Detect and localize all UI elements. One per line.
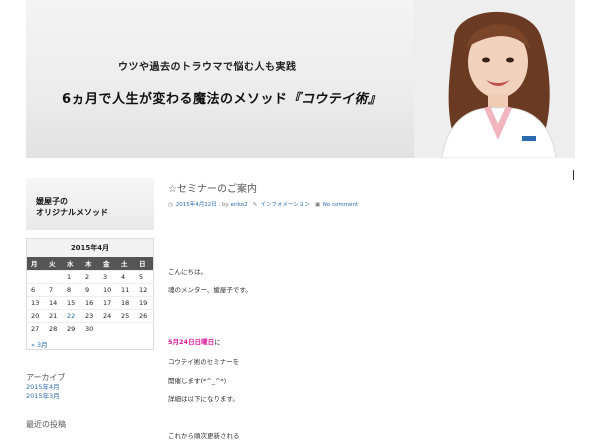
header-banner[interactable]: ウツや過去のトラウマで悩む人も実践 6ヵ月で人生が変わる魔法のメソッド『コウテイ… — [26, 0, 575, 158]
calendar-day: 22 — [63, 308, 81, 322]
calendar-day: 8 — [63, 282, 81, 296]
calendar-day: 29 — [63, 321, 81, 335]
archive-link-april[interactable]: 2015年4月 — [26, 383, 154, 392]
hold-text: 開催します(*^_^*) — [168, 377, 227, 385]
post-by-label: , by — [218, 202, 229, 208]
calendar-day: 4 — [117, 269, 135, 283]
calendar-day: 9 — [81, 282, 99, 296]
calendar-week-row: 27 28 29 30 — [27, 321, 153, 335]
post-meta: ◷ 2015年4月22日 , by eriko2 ✎ インフォメーション ▣ N… — [168, 200, 568, 208]
banner-headline: 6ヵ月で人生が変わる魔法のメソッド『コウテイ術』 — [62, 88, 382, 107]
next-text: これから順次更新される — [168, 432, 240, 440]
calendar-day: 10 — [99, 282, 117, 296]
folder-icon: ✎ — [252, 202, 258, 208]
calendar-week-row: 20 21 22 23 24 25 26 — [27, 308, 153, 322]
seminar-date-line: 5月24日日曜日に — [168, 336, 221, 346]
post-category-link[interactable]: インフォメーション — [261, 202, 310, 208]
calendar-day: 25 — [117, 308, 135, 322]
archive-title: アーカイブ — [26, 373, 66, 382]
text-cursor — [573, 170, 574, 180]
calendar-prev-month-link[interactable]: « 3月 — [31, 341, 48, 349]
calendar-day: 17 — [99, 295, 117, 309]
calendar-day: 28 — [45, 321, 63, 335]
archive-link-march[interactable]: 2015年3月 — [26, 392, 154, 401]
weekday-header: 日 — [135, 257, 153, 270]
calendar-day: 27 — [27, 321, 45, 335]
seminar-text: コウテイ術のセミナーを — [168, 358, 240, 366]
banner-headline-accent: 『コウテイ術』 — [287, 92, 382, 107]
portrait-photo — [414, 0, 575, 158]
seminar-date-tail: に — [214, 338, 221, 346]
sidebar-title-box[interactable]: 媛屋子の オリジナルメソッド — [26, 178, 154, 230]
calendar-day: 13 — [27, 295, 45, 309]
calendar-day: 23 — [81, 308, 99, 322]
calendar-day: 3 — [99, 269, 117, 283]
calendar-day: 14 — [45, 295, 63, 309]
calendar-week-row: 12345 — [27, 269, 153, 283]
sidebar-title-line2: オリジナルメソッド — [36, 208, 108, 217]
weekday-header: 土 — [117, 257, 135, 270]
greeting-text: こんにちは。 — [168, 268, 207, 276]
calendar-day: 26 — [135, 308, 153, 322]
calendar-day — [45, 269, 63, 283]
seminar-date: 5月24日日曜日 — [168, 338, 215, 346]
calendar-day — [99, 321, 117, 335]
calendar-day: 30 — [81, 321, 99, 335]
post-author-link[interactable]: eriko2 — [231, 202, 248, 208]
weekday-header: 木 — [81, 257, 99, 270]
calendar-day: 21 — [45, 308, 63, 322]
calendar-day — [135, 321, 153, 335]
weekday-header: 火 — [45, 257, 63, 270]
calendar-day: 11 — [117, 282, 135, 296]
post-title[interactable]: ☆セミナーのご案内 — [168, 180, 568, 195]
post-article: ☆セミナーのご案内 ◷ 2015年4月22日 , by eriko2 ✎ インフ… — [168, 180, 568, 440]
post-date-link[interactable]: 2015年4月22日 — [176, 202, 217, 208]
calendar-widget: 2015年4月 月 火 水 木 金 土 日 1 2 3 4 5 6 7 8 9 10 11 12 13 1… — [26, 238, 154, 350]
calendar-day: 2 — [81, 269, 99, 283]
calendar-day: 20 — [27, 308, 45, 322]
calendar-day: 18 — [117, 295, 135, 309]
weekday-header: 水 — [63, 257, 81, 270]
calendar-week-row: 13 14 15 16 17 18 19 — [27, 295, 153, 309]
sidebar-title-line1: 媛屋子の — [36, 197, 68, 206]
calendar-table: 月 火 水 木 金 土 日 1 2 3 4 5 6 7 8 9 10 11 12 13 14 15 16 17 1… — [27, 257, 153, 335]
sidebar: 媛屋子の オリジナルメソッド 2015年4月 月 火 水 木 金 土 日 123… — [26, 178, 154, 430]
calendar-caption: 2015年4月 — [27, 239, 153, 257]
banner-subtitle: ウツや過去のトラウマで悩む人も実践 — [118, 62, 297, 73]
comment-icon: ▣ — [315, 202, 321, 208]
calendar-day: 12 — [135, 282, 153, 296]
recent-posts-title: 最近の投稿 — [26, 420, 66, 429]
calendar-day: 5 — [135, 269, 153, 283]
calendar-day: 1 — [63, 269, 81, 283]
weekday-header: 金 — [99, 257, 117, 270]
calendar-day — [117, 321, 135, 335]
calendar-day: 24 — [99, 308, 117, 322]
post-comments-link[interactable]: No comment — [323, 202, 358, 208]
calendar-week-row: 6 7 8 9 10 11 12 — [27, 282, 153, 296]
weekday-header: 月 — [27, 257, 45, 270]
details-text: 詳細は以下になります。 — [168, 395, 239, 403]
clock-icon: ◷ — [168, 202, 173, 208]
calendar-day: 6 — [27, 282, 45, 296]
calendar-day: 7 — [45, 282, 63, 296]
calendar-day: 16 — [81, 295, 99, 309]
calendar-day — [27, 269, 45, 283]
banner-headline-prefix: 6ヵ月で人生が変わる魔法のメソッド — [62, 92, 288, 107]
calendar-day: 19 — [135, 295, 153, 309]
calendar-day: 15 — [63, 295, 81, 309]
intro-text: 魂のメンター、媛屋子です。 — [168, 286, 252, 294]
